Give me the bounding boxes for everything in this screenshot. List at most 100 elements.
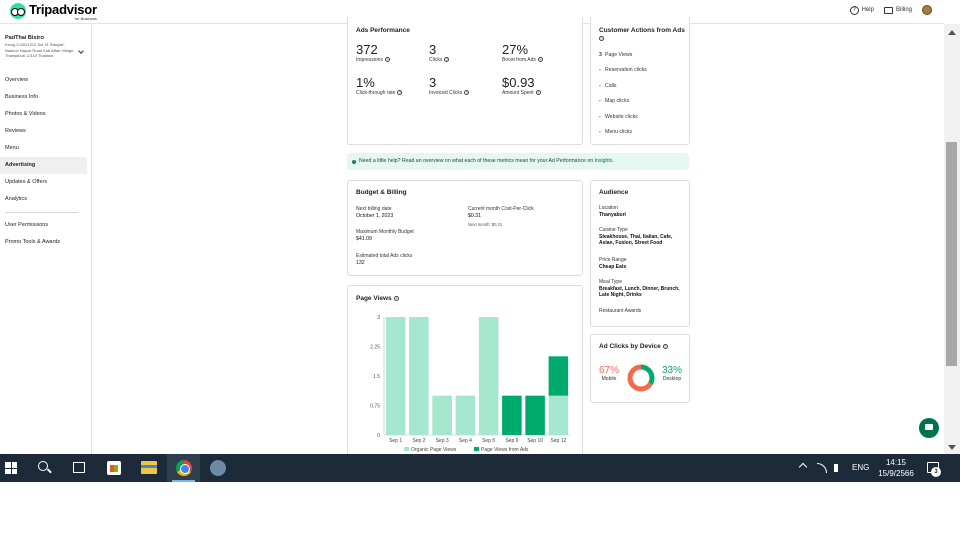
app-icon[interactable] — [210, 460, 226, 476]
help-icon[interactable]: ? — [384, 57, 390, 63]
file-explorer-icon[interactable] — [141, 461, 157, 474]
metric-label: Impressions? — [356, 57, 390, 63]
list-item: - Calls — [599, 83, 617, 89]
list-item: - Reservation clicks — [599, 67, 647, 73]
desktop-label: Desktop — [662, 376, 682, 382]
sidebar-divider — [5, 212, 78, 213]
action-label: Page Views — [605, 52, 633, 58]
y-tick-label: 0 — [377, 433, 380, 439]
wifi-icon[interactable] — [817, 463, 827, 473]
metric-value: 3 — [429, 42, 437, 57]
active-app-indicator — [172, 480, 195, 482]
legend-swatch — [474, 447, 479, 451]
x-tick-label: Sep 1 — [389, 438, 402, 444]
scrollbar[interactable] — [944, 24, 960, 454]
help-icon[interactable]: ? — [662, 343, 668, 349]
scroll-up-arrow[interactable] — [948, 30, 956, 35]
list-item: - Map clicks — [599, 98, 629, 104]
x-tick-label: Sep 10 — [527, 438, 543, 444]
sidebar-item-promo-tools[interactable]: Promo Tools & Awards — [0, 234, 87, 251]
y-tick-label: 2.25 — [370, 344, 380, 350]
device-donut-chart — [627, 364, 655, 392]
desktop-stat: 33% Desktop — [659, 365, 685, 382]
insights-link[interactable]: Insights. — [595, 158, 614, 164]
field-value: $41.09 — [356, 235, 372, 242]
billing-label: Billing — [895, 7, 912, 13]
field-value: Thanyaburi — [599, 211, 626, 218]
action-label: Map clicks — [605, 98, 630, 104]
sidebar-item-advertising[interactable]: Advertising — [0, 157, 87, 174]
chrome-icon[interactable] — [176, 460, 192, 476]
sidebar-nav: Overview Business Info Photos & Videos R… — [0, 72, 92, 251]
chat-button[interactable] — [919, 418, 939, 438]
help-icon[interactable]: ? — [464, 90, 470, 96]
chevron-up-icon[interactable] — [798, 462, 808, 472]
bar-organic — [409, 317, 429, 435]
scrollbar-thumb[interactable] — [946, 142, 957, 366]
wallet-icon — [883, 6, 893, 14]
tripadvisor-logo[interactable]: Tripadvisor for Business — [10, 3, 97, 21]
device-title: Ad Clicks by Device? — [599, 343, 668, 350]
store-icon[interactable] — [107, 461, 121, 475]
legend-label: Organic Page Views — [411, 447, 457, 453]
clock-date: 15/9/2566 — [878, 469, 914, 478]
windows-start-icon[interactable] — [5, 462, 17, 474]
y-tick-label: 1.5 — [373, 374, 380, 380]
clock[interactable]: 14:15 15/9/2566 — [876, 457, 916, 479]
sidebar-item-menu[interactable]: Menu — [0, 140, 87, 157]
sidebar-item-business-info[interactable]: Business Info — [0, 89, 87, 106]
estimated-clicks-field: Estimated total Ads clicks 132 — [356, 253, 412, 266]
search-icon[interactable] — [38, 461, 48, 471]
avatar[interactable] — [922, 5, 932, 15]
device-card: Ad Clicks by Device? 67% Mobile 33% Desk… — [590, 334, 690, 403]
help-icon[interactable]: ? — [397, 90, 403, 96]
help-icon[interactable]: ? — [537, 57, 543, 63]
customer-actions-title: Customer Actions from Ads? — [599, 27, 689, 43]
budget-title: Budget & Billing — [356, 189, 407, 196]
sidebar-item-user-permissions[interactable]: User Permissions — [0, 217, 87, 234]
legend-swatch — [404, 447, 409, 451]
field-label: Next billing date — [356, 206, 392, 212]
field-label: Restaurant Awards — [599, 308, 642, 314]
language-indicator[interactable]: ENG — [852, 454, 869, 482]
help-banner: Need a little help? Read an overview on … — [347, 153, 689, 170]
field-value: Cheap Eats — [599, 263, 627, 270]
metric-ctr: 1% Click-through rate? — [356, 75, 403, 96]
volume-icon[interactable] — [834, 464, 842, 472]
help-icon[interactable]: ? — [599, 35, 604, 41]
metric-label: Clicks? — [429, 57, 450, 63]
info-icon — [352, 160, 356, 164]
bar-organic — [432, 395, 452, 435]
field-label: Current month Cost-Per-Click — [468, 206, 534, 212]
field-subtext: Next month: $0.31 — [468, 222, 503, 227]
sidebar-item-updates-offers[interactable]: Updates & Offers — [0, 174, 87, 191]
scroll-down-arrow[interactable] — [948, 445, 956, 450]
sidebar-item-overview[interactable]: Overview — [0, 72, 87, 89]
bar-organic — [385, 317, 406, 435]
business-address: Klong 9 200/1212 Soi 31 Rangsit, Nakhon … — [5, 42, 75, 58]
metric-label: Boost from Ads? — [502, 57, 543, 63]
metric-label-text: Clicks — [429, 57, 443, 63]
help-icon[interactable]: ? — [444, 57, 450, 63]
clock-time: 14:15 — [885, 458, 907, 467]
notification-badge: 3 — [931, 467, 941, 477]
audience-card: Audience Location Thanyaburi Cuisine Typ… — [590, 180, 690, 327]
billing-link[interactable]: Billing — [883, 6, 912, 14]
help-link[interactable]: ? Help — [849, 5, 874, 15]
page-views-card: Page Views? 0 0.75 1.5 2.25 3 Sep 1 Sep 2 Sep 3… — [347, 285, 583, 454]
desktop-percent: 33% — [661, 365, 682, 376]
windows-taskbar: ENG 14:15 15/9/2566 3 — [0, 454, 960, 482]
mobile-percent: 67% — [598, 365, 619, 376]
metric-label-text: Boost from Ads — [502, 57, 536, 63]
action-label: Calls — [605, 83, 617, 89]
sidebar-item-photos-videos[interactable]: Photos & Videos — [0, 106, 87, 123]
cpc-field: Current month Cost-Per-Click $0.31 Next … — [468, 206, 534, 229]
metric-invoiced-clicks: 3 Invoiced Clicks? — [429, 75, 470, 96]
list-item: - Website clicks — [599, 114, 638, 120]
sidebar-item-analytics[interactable]: Analytics — [0, 191, 87, 208]
help-icon[interactable]: ? — [535, 90, 541, 96]
task-view-icon[interactable] — [73, 462, 85, 473]
sidebar-item-reviews[interactable]: Reviews — [0, 123, 87, 140]
bar-organic — [455, 395, 476, 435]
business-selector[interactable]: PadThai Bistro Klong 9 200/1212 Soi 31 R… — [5, 35, 85, 59]
